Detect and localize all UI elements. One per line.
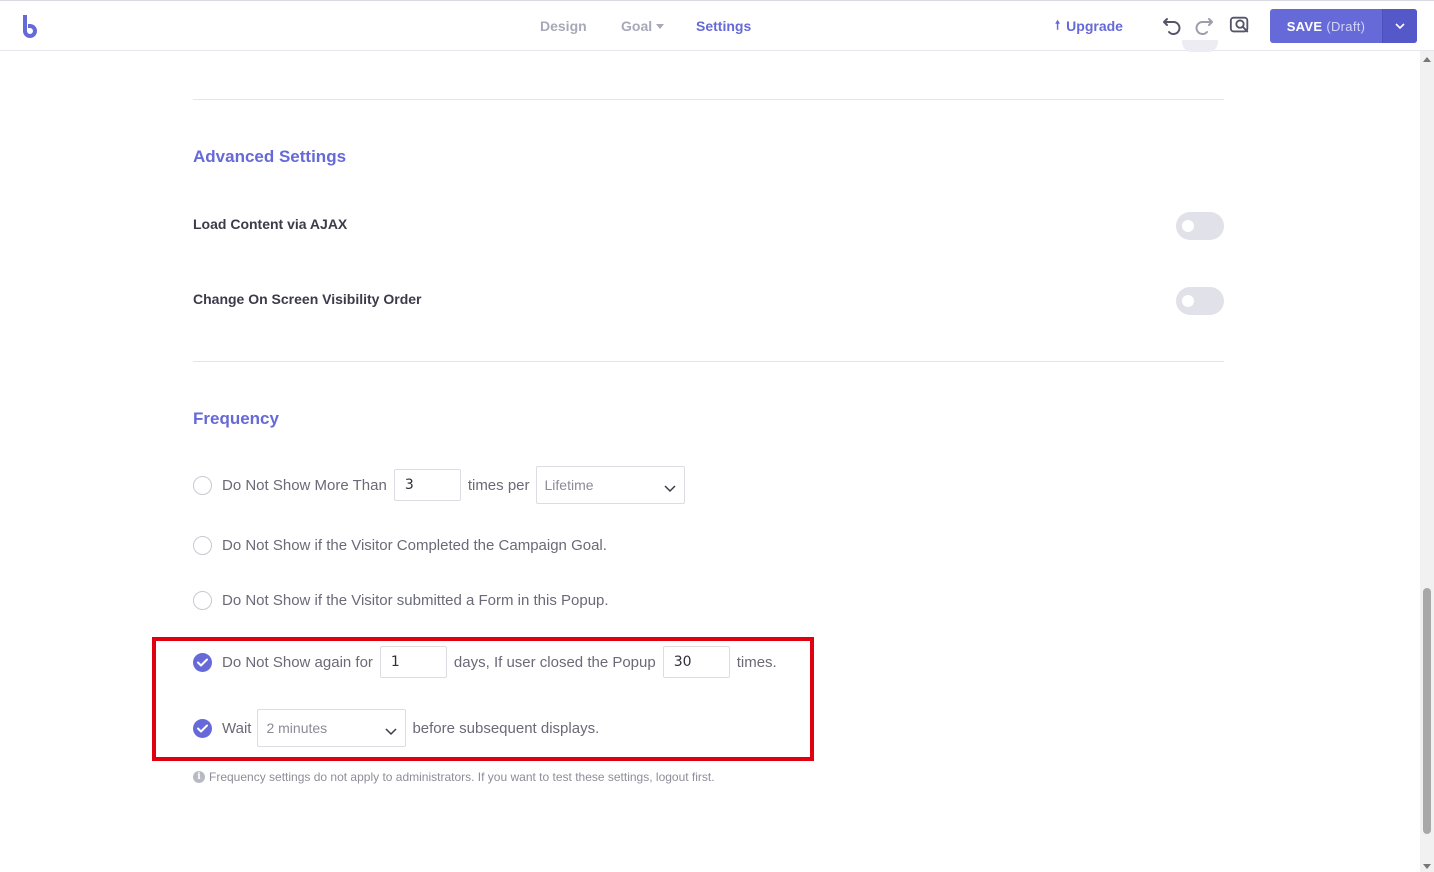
goal-completed-radio[interactable] — [193, 535, 212, 555]
highlight-box — [152, 637, 814, 761]
visibility-order-toggle[interactable] — [1176, 287, 1224, 315]
save-button[interactable]: SAVE (Draft) — [1270, 9, 1382, 43]
vertical-scrollbar[interactable] — [1420, 51, 1434, 872]
max-times-text: Do Not Show More Than — [222, 476, 387, 494]
frequency-note: i Frequency settings do not apply to adm… — [193, 770, 715, 784]
frequency-title: Frequency — [193, 409, 279, 428]
advanced-settings-title: Advanced Settings — [193, 147, 347, 166]
load-ajax-toggle[interactable] — [1176, 212, 1224, 240]
tab-settings[interactable]: Settings — [696, 1, 751, 51]
save-options-dropdown[interactable] — [1382, 9, 1417, 43]
chevron-down-icon — [663, 485, 676, 493]
toggle-knob — [1182, 295, 1194, 307]
redo-icon[interactable] — [1193, 14, 1215, 36]
tab-design[interactable]: Design — [540, 1, 587, 51]
tab-goal-label: Goal — [621, 18, 653, 34]
load-ajax-label: Load Content via AJAX — [193, 216, 348, 232]
form-submitted-row: Do Not Show if the Visitor submitted a F… — [193, 581, 609, 619]
goal-completed-row: Do Not Show if the Visitor Completed the… — [193, 526, 607, 564]
preview-icon[interactable] — [1229, 14, 1251, 36]
app-logo-icon[interactable] — [20, 13, 42, 39]
save-status: (Draft) — [1326, 18, 1366, 34]
times-per-text: times per — [467, 476, 530, 494]
goal-completed-text: Do Not Show if the Visitor Completed the… — [222, 536, 607, 554]
upgrade-link[interactable]: 🠕 Upgrade — [1055, 1, 1123, 51]
visibility-order-label: Change On Screen Visibility Order — [193, 291, 422, 307]
tab-design-label: Design — [540, 18, 587, 34]
save-label: SAVE — [1286, 18, 1323, 34]
form-submitted-radio[interactable] — [193, 590, 212, 610]
caret-down-icon — [656, 23, 665, 29]
tab-goal[interactable]: Goal — [621, 1, 665, 51]
top-toolbar: Design Goal Settings 🠕 Upgrade SAVE (Dra… — [0, 0, 1434, 51]
tab-settings-label: Settings — [696, 18, 752, 34]
max-times-radio[interactable] — [193, 475, 212, 495]
period-select[interactable]: Lifetime — [535, 466, 685, 504]
arrow-up-icon: 🠕 — [1055, 17, 1061, 32]
upgrade-label: Upgrade — [1066, 18, 1123, 34]
partial-toggle[interactable] — [1182, 40, 1218, 52]
info-icon: i — [193, 771, 205, 783]
max-times-input[interactable]: 3 — [393, 469, 461, 501]
chevron-down-icon — [1395, 22, 1405, 29]
max-times-row: Do Not Show More Than 3 times per Lifeti… — [193, 466, 691, 504]
scroll-down-arrow-icon[interactable] — [1423, 864, 1431, 869]
toggle-knob — [1182, 220, 1194, 232]
frequency-note-text: Frequency settings do not apply to admin… — [209, 770, 715, 784]
undo-icon[interactable] — [1161, 14, 1183, 36]
section-divider — [193, 99, 1224, 100]
save-button-group: SAVE (Draft) — [1270, 9, 1417, 43]
form-submitted-text: Do Not Show if the Visitor submitted a F… — [222, 591, 609, 609]
section-divider — [193, 361, 1224, 362]
period-select-value: Lifetime — [544, 477, 594, 493]
scrollbar-thumb[interactable] — [1423, 588, 1431, 834]
scroll-up-arrow-icon[interactable] — [1423, 57, 1431, 62]
